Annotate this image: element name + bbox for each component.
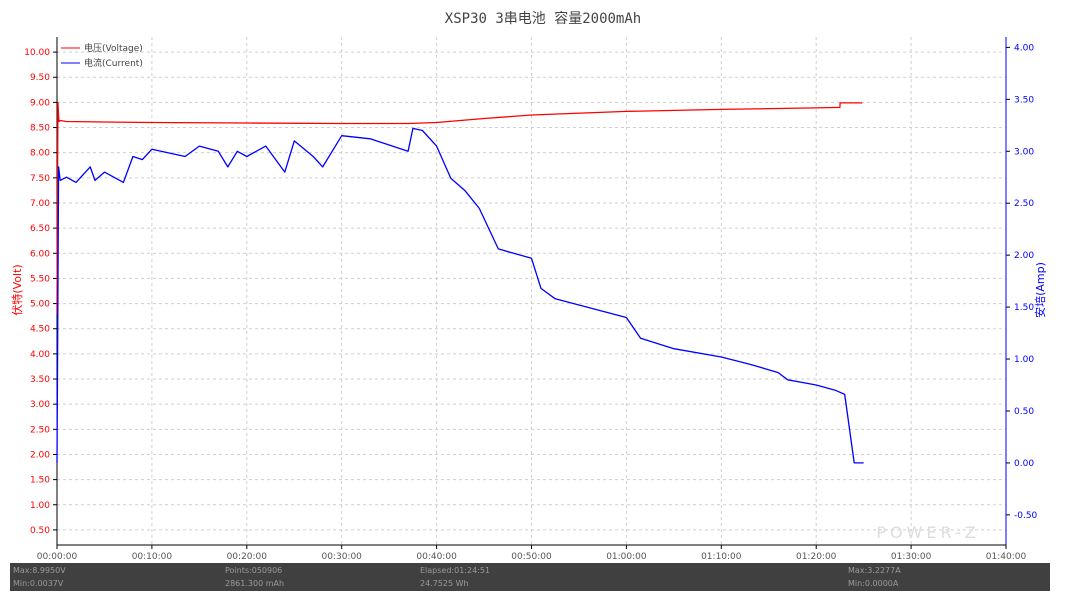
x-tick-label: 00:20:00 (227, 552, 268, 562)
min-current: Min:0.0000A (848, 579, 899, 588)
y-left-tick-label: 6.50 (30, 224, 50, 234)
x-tick-label: 00:50:00 (511, 552, 552, 562)
y-right-tick-label: 0.50 (1014, 407, 1034, 417)
y-left-tick-label: 2.00 (30, 450, 50, 460)
points-count: Points:050906 (225, 566, 283, 575)
y-left-tick-label: 10.00 (24, 48, 50, 58)
x-tick-label: 00:40:00 (416, 552, 457, 562)
max-current: Max:3.2277A (848, 566, 901, 575)
max-voltage: Max:8.9950V (13, 566, 66, 575)
y-left-tick-label: 5.50 (30, 274, 50, 284)
y-axis-right-label: 安培(Amp) (1033, 262, 1047, 318)
y-axis-left-ticks: 0.50 1.00 1.50 2.00 2.50 3.00 3.50 4.00 4.50 5.00… (24, 48, 57, 536)
y-left-tick-label: 7.00 (30, 199, 50, 209)
y-left-tick-label: 6.00 (30, 249, 50, 259)
y-left-tick-label: 9.00 (30, 98, 50, 108)
x-tick-label: 01:30:00 (891, 552, 932, 562)
y-right-tick-label: 4.00 (1014, 43, 1034, 53)
y-left-tick-label: 8.50 (30, 124, 50, 134)
x-tick-label: 00:00:00 (37, 552, 78, 562)
y-left-tick-label: 1.00 (30, 501, 50, 511)
x-tick-label: 01:10:00 (701, 552, 742, 562)
y-right-tick-label: 3.50 (1014, 95, 1034, 105)
y-left-tick-label: 8.00 (30, 149, 50, 159)
y-right-tick-label: 2.00 (1014, 251, 1034, 261)
energy-value: 24.7525 Wh (420, 579, 469, 588)
x-axis-ticks: 00:00:00 00:10:00 00:20:00 00:30:00 00:40:00… (37, 545, 1027, 562)
y-right-tick-label: 2.50 (1014, 199, 1034, 209)
x-tick-label: 00:30:00 (321, 552, 362, 562)
y-left-tick-label: 0.50 (30, 526, 50, 536)
watermark-logo: POWER-Z (876, 523, 979, 542)
y-left-tick-label: 3.00 (30, 400, 50, 410)
capacity-value: 2861.300 mAh (225, 579, 285, 588)
status-bar: Max:8.9950V Min:0.0037V Points:050906 28… (10, 563, 1050, 591)
y-right-tick-label: 1.50 (1014, 303, 1034, 313)
x-tick-label: 01:20:00 (796, 552, 837, 562)
y-right-tick-label: 1.00 (1014, 355, 1034, 365)
y-left-tick-label: 5.00 (30, 300, 50, 310)
x-tick-label: 01:40:00 (986, 552, 1027, 562)
x-tick-label: 01:00:00 (606, 552, 647, 562)
legend-current-label: 电流(Current) (84, 57, 143, 69)
y-axis-left-label: 伏特(Volt) (10, 264, 24, 315)
y-left-tick-label: 9.50 (30, 73, 50, 83)
elapsed-time: Elapsed:01:24:51 (420, 566, 491, 575)
y-left-tick-label: 4.50 (30, 325, 50, 335)
y-left-tick-label: 1.50 (30, 476, 50, 486)
chart-window: XSP30 3串电池 容量2000mAh 0.50 1.00 1.50 2.00 2.5… (0, 0, 1086, 615)
y-left-tick-label: 4.00 (30, 350, 50, 360)
y-right-tick-label: 3.00 (1014, 147, 1034, 157)
chart-plot: 0.50 1.00 1.50 2.00 2.50 3.00 3.50 4.00 4.50 5.00… (10, 37, 1047, 562)
y-right-tick-label: -0.50 (1014, 511, 1038, 521)
y-right-tick-label: 0.00 (1014, 459, 1034, 469)
legend-voltage-label: 电压(Voltage) (84, 42, 143, 54)
x-tick-label: 00:10:00 (132, 552, 173, 562)
y-left-tick-label: 2.50 (30, 425, 50, 435)
min-voltage: Min:0.0037V (13, 579, 64, 588)
y-left-tick-label: 7.50 (30, 174, 50, 184)
y-left-tick-label: 3.50 (30, 375, 50, 385)
y-axis-right-ticks: -0.50 0.00 0.50 1.00 1.50 2.00 2.50 3.00 3.50 4.0… (1006, 43, 1038, 521)
